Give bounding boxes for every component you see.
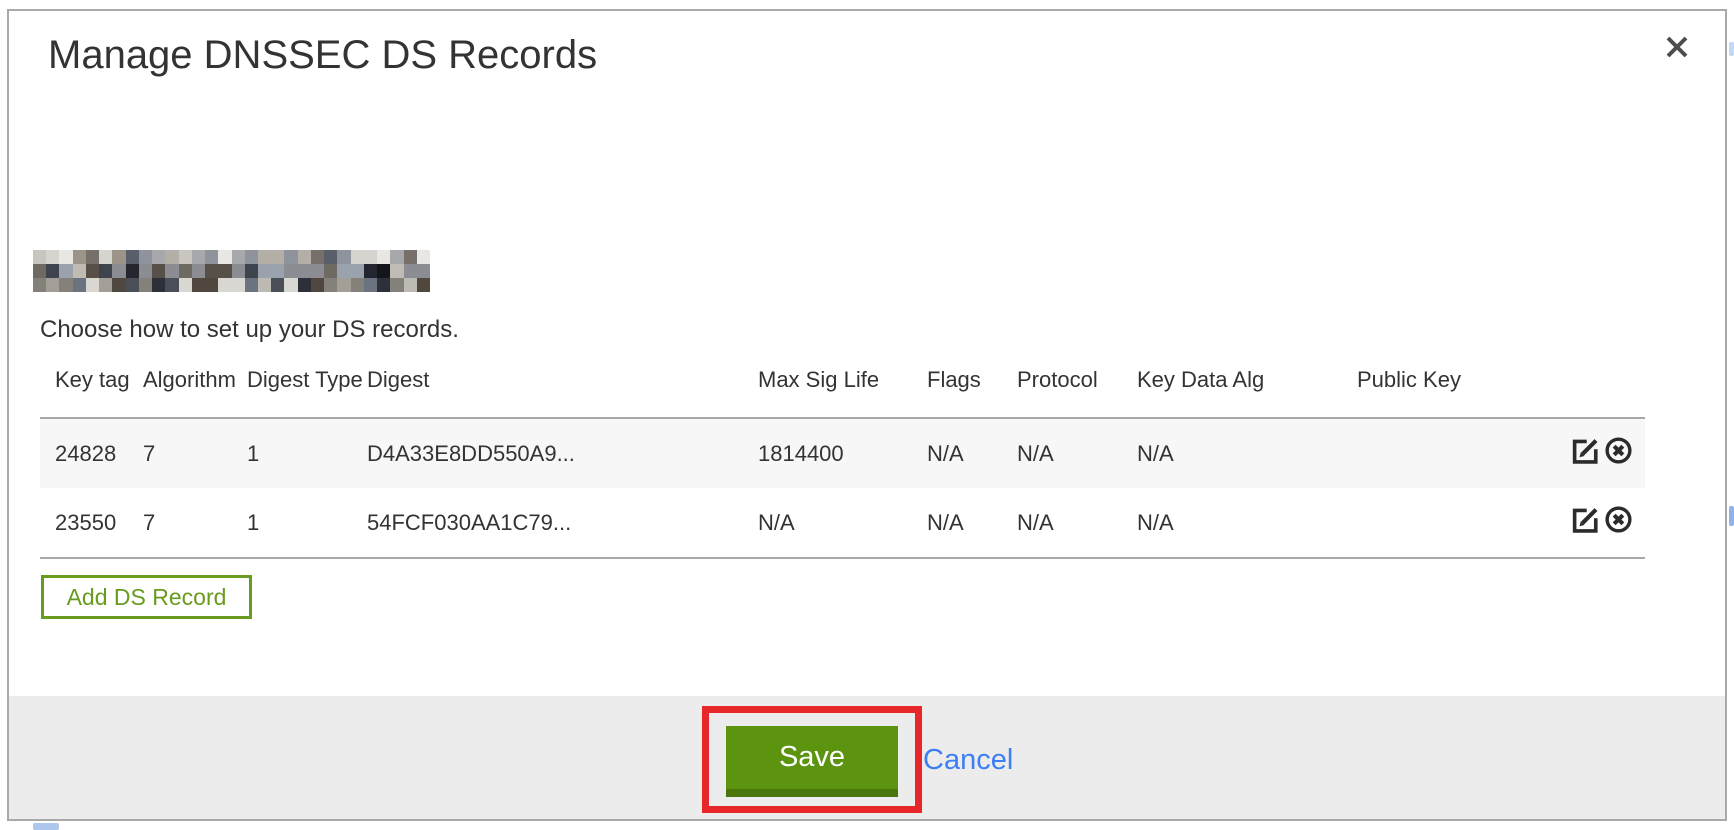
cell-algorithm: 7 [128, 488, 232, 558]
delete-icon [1604, 436, 1633, 471]
cell-protocol: N/A [1002, 488, 1122, 558]
cell-public-key [1342, 418, 1558, 488]
background-artifact [33, 823, 59, 830]
background-artifact [1729, 506, 1734, 526]
cell-digest: 54FCF030AA1C79... [352, 488, 743, 558]
cancel-link[interactable]: Cancel [923, 740, 1013, 780]
delete-record-button[interactable] [1603, 508, 1633, 538]
cell-key-tag: 24828 [40, 418, 128, 488]
cell-key-data-alg: N/A [1122, 488, 1342, 558]
cell-digest-type: 1 [232, 418, 352, 488]
table-row: 24828 7 1 D4A33E8DD550A9... 1814400 N/A … [40, 418, 1645, 488]
edit-record-button[interactable] [1570, 508, 1600, 538]
cell-algorithm: 7 [128, 418, 232, 488]
column-header-flags: Flags [912, 363, 1002, 418]
cell-flags: N/A [912, 418, 1002, 488]
annotation-highlight-red-box: Save [702, 706, 922, 813]
column-header-key-tag: Key tag [40, 363, 128, 418]
column-header-algorithm: Algorithm [128, 363, 232, 418]
cell-flags: N/A [912, 488, 1002, 558]
cell-max-sig-life: 1814400 [743, 418, 912, 488]
cell-key-tag: 23550 [40, 488, 128, 558]
cell-protocol: N/A [1002, 418, 1122, 488]
edit-icon [1571, 505, 1600, 540]
background-artifact [1729, 42, 1734, 56]
column-header-public-key: Public Key [1342, 363, 1558, 418]
cell-max-sig-life: N/A [743, 488, 912, 558]
ds-records-table: Key tag Algorithm Digest Type Digest Max… [40, 363, 1645, 559]
redacted-domain-name [33, 250, 430, 292]
column-header-actions [1558, 363, 1645, 418]
column-header-protocol: Protocol [1002, 363, 1122, 418]
table-header-row: Key tag Algorithm Digest Type Digest Max… [40, 363, 1645, 418]
delete-icon [1604, 505, 1633, 540]
cell-public-key [1342, 488, 1558, 558]
add-ds-record-button[interactable]: Add DS Record [41, 575, 252, 619]
modal-footer: Save Cancel [9, 696, 1725, 819]
save-button[interactable]: Save [726, 726, 898, 797]
setup-instructions: Choose how to set up your DS records. [40, 316, 459, 344]
close-button[interactable] [1657, 29, 1697, 69]
table-row: 23550 7 1 54FCF030AA1C79... N/A N/A N/A … [40, 488, 1645, 558]
column-header-digest-type: Digest Type [232, 363, 352, 418]
edit-record-button[interactable] [1570, 439, 1600, 469]
close-icon [1664, 34, 1690, 65]
delete-record-button[interactable] [1603, 439, 1633, 469]
column-header-key-data-alg: Key Data Alg [1122, 363, 1342, 418]
cell-digest: D4A33E8DD550A9... [352, 418, 743, 488]
column-header-max-sig-life: Max Sig Life [743, 363, 912, 418]
column-header-digest: Digest [352, 363, 743, 418]
edit-icon [1571, 436, 1600, 471]
page-title: Manage DNSSEC DS Records [48, 33, 597, 78]
cell-key-data-alg: N/A [1122, 418, 1342, 488]
cell-digest-type: 1 [232, 488, 352, 558]
dnssec-modal: Manage DNSSEC DS Records Choose how to s… [7, 9, 1727, 821]
